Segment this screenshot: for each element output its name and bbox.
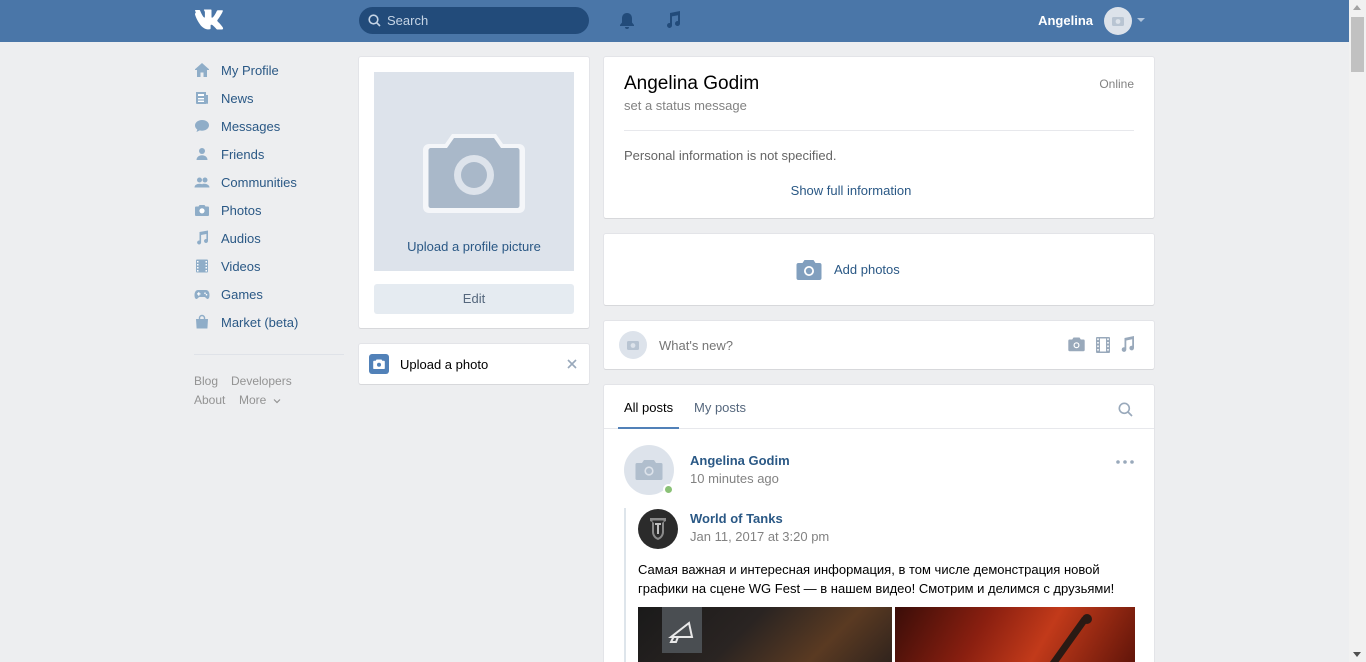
divider xyxy=(624,130,1134,131)
online-indicator xyxy=(663,484,674,495)
upload-profile-picture-link[interactable]: Upload a profile picture xyxy=(374,239,574,254)
notifications-bell-icon[interactable] xyxy=(617,11,637,31)
footer-link-blog[interactable]: Blog xyxy=(194,374,218,388)
sidebar-item-messages[interactable]: Messages xyxy=(194,112,344,140)
whats-new-input[interactable] xyxy=(659,331,1049,359)
profile-picture-placeholder[interactable]: Upload a profile picture xyxy=(374,72,574,271)
post-composer xyxy=(604,321,1154,369)
camera-icon xyxy=(423,134,525,213)
sidebar-item-friends[interactable]: Friends xyxy=(194,140,344,168)
add-photos-card[interactable]: Add photos xyxy=(604,234,1154,305)
user-avatar xyxy=(1104,7,1132,35)
sidebar-divider xyxy=(194,354,344,355)
page-scrollbar[interactable] xyxy=(1349,0,1366,662)
repost-indicator-line xyxy=(624,508,626,662)
sidebar-item-videos[interactable]: Videos xyxy=(194,252,344,280)
home-icon xyxy=(195,63,209,77)
footer-link-developers[interactable]: Developers xyxy=(231,374,292,388)
camera-icon xyxy=(627,341,639,350)
post-timestamp[interactable]: 10 minutes ago xyxy=(690,471,779,486)
footer-link-more[interactable]: More xyxy=(239,393,281,407)
search-icon xyxy=(368,14,381,27)
repost-date[interactable]: Jan 11, 2017 at 3:20 pm xyxy=(690,529,829,544)
sidebar-item-news[interactable]: News xyxy=(194,84,344,112)
attach-music-icon[interactable] xyxy=(1120,336,1135,353)
tab-my-posts[interactable]: My posts xyxy=(694,385,746,415)
sidebar-item-audios[interactable]: Audios xyxy=(194,224,344,252)
top-bar: Angelina xyxy=(0,0,1349,42)
shield-icon xyxy=(650,518,666,540)
wall-feed: All posts My posts Angelina Godim 10 min… xyxy=(604,385,1154,662)
profile-name: Angelina Godim xyxy=(624,73,760,94)
attach-photo-icon[interactable] xyxy=(1068,337,1085,352)
composer-avatar xyxy=(619,331,647,359)
profile-info-card: Angelina Godim set a status message Onli… xyxy=(604,57,1154,218)
more-options-icon[interactable] xyxy=(1116,460,1134,464)
gamepad-icon xyxy=(194,290,210,299)
friends-icon xyxy=(196,148,208,160)
show-full-information-link[interactable]: Show full information xyxy=(604,183,1098,198)
film-icon xyxy=(196,259,208,273)
sidebar-item-games[interactable]: Games xyxy=(194,280,344,308)
camera-icon xyxy=(195,205,209,216)
post-author-name[interactable]: Angelina Godim xyxy=(690,453,790,468)
search-input[interactable] xyxy=(387,7,577,34)
attach-video-icon[interactable] xyxy=(1096,337,1110,353)
photo-upload-icon xyxy=(369,354,389,374)
search-icon[interactable] xyxy=(1118,402,1133,417)
repost-source-name[interactable]: World of Tanks xyxy=(690,511,783,526)
megaphone-icon xyxy=(662,607,702,653)
music-note-icon xyxy=(197,230,208,245)
post-text: Самая важная и интересная информация, в … xyxy=(638,562,1115,596)
communities-icon xyxy=(194,177,210,188)
profile-photo-card: Upload a profile picture Edit xyxy=(359,57,589,328)
vk-logo[interactable] xyxy=(194,9,228,31)
world-of-tanks-avatar[interactable] xyxy=(638,509,678,549)
search-box[interactable] xyxy=(359,7,589,34)
sidebar-item-my-profile[interactable]: My Profile xyxy=(194,56,344,84)
user-menu[interactable]: Angelina xyxy=(1037,5,1149,37)
close-icon[interactable] xyxy=(566,358,578,370)
music-icon[interactable] xyxy=(663,10,683,30)
feed-tabs: All posts My posts xyxy=(604,385,1154,429)
post-image-2[interactable] xyxy=(895,607,1135,662)
chevron-down-icon xyxy=(273,399,281,404)
footer-link-about[interactable]: About xyxy=(194,393,225,407)
camera-icon xyxy=(796,260,822,280)
camera-icon xyxy=(1112,17,1124,26)
scroll-down-icon[interactable] xyxy=(1353,652,1361,657)
upload-photo-card[interactable]: Upload a photo xyxy=(359,344,589,384)
bag-icon xyxy=(196,314,208,329)
tank-barrel-graphic xyxy=(1049,614,1092,662)
post-author-avatar[interactable] xyxy=(624,445,674,495)
edit-button[interactable]: Edit xyxy=(374,284,574,314)
tab-all-posts[interactable]: All posts xyxy=(618,385,680,429)
scroll-up-icon[interactable] xyxy=(1353,5,1361,10)
user-name: Angelina xyxy=(1038,13,1093,28)
sidebar-item-communities[interactable]: Communities xyxy=(194,168,344,196)
chevron-down-icon xyxy=(1137,18,1145,22)
left-sidebar: My Profile News Messages Friends Communi… xyxy=(194,56,344,355)
personal-info-note: Personal information is not specified. xyxy=(624,148,837,163)
scrollbar-thumb[interactable] xyxy=(1351,17,1364,72)
news-icon xyxy=(196,92,208,104)
sidebar-item-market[interactable]: Market (beta) xyxy=(194,308,344,336)
sidebar-item-photos[interactable]: Photos xyxy=(194,196,344,224)
post-image-1[interactable] xyxy=(638,607,892,662)
status-message-link[interactable]: set a status message xyxy=(624,98,747,113)
messages-icon xyxy=(195,120,209,132)
online-status: Online xyxy=(1099,77,1134,91)
add-photos-link: Add photos xyxy=(834,262,900,277)
upload-photo-label: Upload a photo xyxy=(400,357,489,372)
